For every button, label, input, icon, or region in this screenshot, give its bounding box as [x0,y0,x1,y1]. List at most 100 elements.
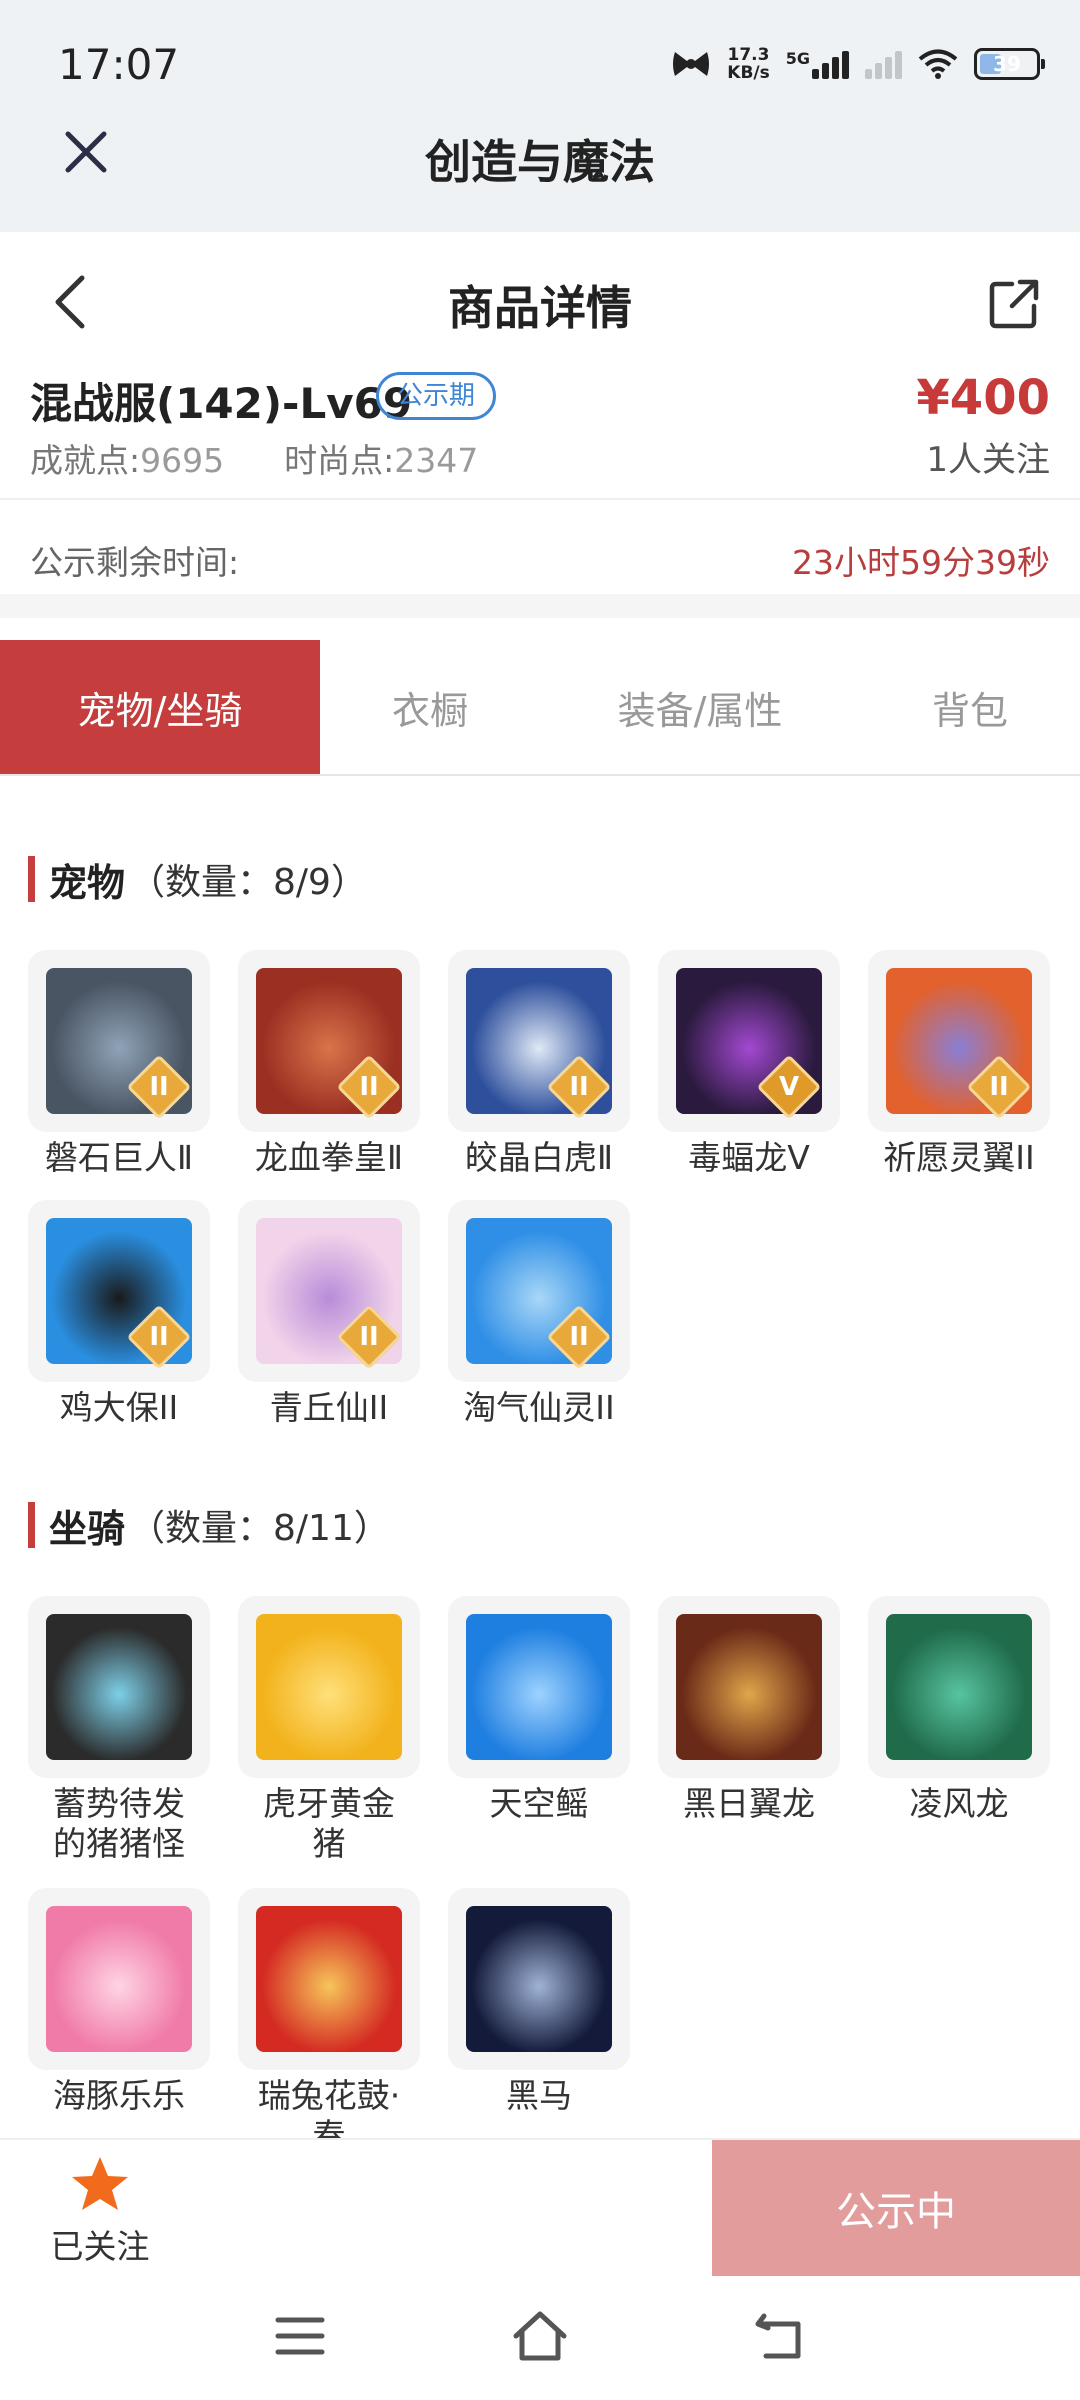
item-artwork [676,1614,822,1760]
achievement-stat: 成就点:9695 [30,434,224,482]
mounts-title: 坐骑 [49,1506,126,1551]
item-thumbnail: II [238,950,420,1132]
item-thumbnail: V [658,950,840,1132]
item-name: 青丘仙II [269,1388,389,1427]
item-name: 天空鳐 [489,1784,589,1823]
item-thumbnail: II [28,950,210,1132]
pets-count: （数量：8/9） [129,862,367,903]
product-name: 混战服(142)-Lv69 [30,379,413,428]
item-thumbnail [868,1596,1050,1778]
item-name: 黑马 [506,2076,572,2115]
item-name: 黑日翼龙 [683,1784,815,1823]
tab-equipment[interactable]: 装备/属性 [540,640,860,774]
item-name: 祈愿灵翼II [883,1138,1035,1177]
grid-item[interactable]: II 皎晶白虎Ⅱ [448,950,630,1178]
grid-item[interactable]: 天空鳐 [448,1596,630,1824]
net-speed-unit: KB/s [727,63,770,83]
grid-item[interactable]: II 鸡大保II [28,1200,210,1428]
item-thumbnail: II [448,1200,630,1382]
pets-title: 宠物 [49,860,126,905]
price: ¥400 [916,370,1050,426]
section-marker [28,1502,35,1548]
rank-badge-text: II [569,1322,589,1352]
page-header: 商品详情 [0,232,1080,356]
item-thumbnail: II [868,950,1050,1132]
rank-badge-text: II [359,1072,379,1102]
mounts-count: （数量：8/11） [129,1508,390,1549]
item-artwork [256,1906,402,2052]
top-area: 17:07 17.3 KB/s 5G 39 创造与魔法 [0,0,1080,232]
item-name: 鸡大保II [59,1388,179,1427]
status-badge: 公示期 [376,372,497,420]
fashion-stat: 时尚点:2347 [284,434,478,482]
grid-item[interactable]: 瑞兔花鼓·春 [238,1888,420,2156]
item-artwork [256,1614,402,1760]
item-name: 淘气仙灵II [463,1388,615,1427]
grid-item[interactable]: II 青丘仙II [238,1200,420,1428]
watcher-count: 1人关注 [926,440,1050,480]
item-name: 龙血拳皇Ⅱ [254,1138,404,1177]
item-artwork [46,1906,192,2052]
tab-pets-mounts[interactable]: 宠物/坐骑 [0,640,320,774]
rank-badge-text: II [359,1322,379,1352]
rank-badge-text: II [149,1072,169,1102]
grid-item[interactable]: II 磐石巨人Ⅱ [28,950,210,1178]
menu-icon[interactable] [270,2306,330,2366]
grid-item[interactable]: 虎牙黄金猪 [238,1596,420,1864]
grid-item[interactable]: 黑日翼龙 [658,1596,840,1824]
product-stats: 成就点:9695 时尚点:2347 [30,434,478,482]
item-thumbnail [238,1596,420,1778]
page-title: 商品详情 [448,281,632,335]
tab-backpack[interactable]: 背包 [860,640,1080,774]
share-icon[interactable] [986,276,1042,332]
item-thumbnail [238,1888,420,2070]
grid-item[interactable]: 黑马 [448,1888,630,2116]
web-title: 创造与魔法 [425,135,655,189]
item-thumbnail: II [238,1200,420,1382]
bow-icon [673,52,710,76]
star-icon [72,2157,128,2210]
item-name: 凌风龙 [909,1784,1009,1823]
bottom-action-bar: 已关注 公示中 [0,2138,1080,2276]
tab-wardrobe[interactable]: 衣橱 [320,640,540,774]
grid-item[interactable]: 凌风龙 [868,1596,1050,1824]
item-thumbnail [448,1596,630,1778]
product-summary: 混战服(142)-Lv69 公示期 成就点:9695 时尚点:2347 ¥400… [0,356,1080,500]
grid-item[interactable]: II 淘气仙灵II [448,1200,630,1428]
grid-item[interactable]: 蓄势待发的猪猪怪 [28,1596,210,1864]
item-thumbnail [28,1888,210,2070]
item-name: 毒蝠龙Ⅴ [688,1138,810,1177]
tab-bar: 宠物/坐骑 衣橱 装备/属性 背包 [0,640,1080,776]
follow-label: 已关注 [50,2227,150,2266]
grid-item[interactable]: II 龙血拳皇Ⅱ [238,950,420,1178]
mounts-section-title: 坐骑 （数量：8/11） [28,1500,390,1551]
achievement-label: 成就点: [30,441,141,480]
publicity-status-button[interactable]: 公示中 [712,2140,1080,2276]
item-artwork [886,1614,1032,1760]
fashion-value: 2347 [394,441,479,480]
rank-badge-text: II [149,1322,169,1352]
rank-badge-text: V [778,1072,800,1102]
battery-level: 39 [993,52,1021,76]
status-icons: 17.3 KB/s 5G 39 [671,44,1045,84]
grid-item[interactable]: 海豚乐乐 [28,1888,210,2116]
net-speed: 17.3 KB/s [727,46,769,82]
signal-primary: 5G [786,49,849,79]
item-thumbnail [658,1596,840,1778]
back-icon[interactable] [750,2306,810,2366]
item-artwork [466,1614,612,1760]
signal-bars-icon [812,49,849,79]
item-name: 蓄势待发的猪猪怪 [53,1784,185,1863]
countdown-label: 公示剩余时间: [30,543,240,582]
home-icon[interactable] [510,2306,570,2366]
item-name: 虎牙黄金猪 [263,1784,395,1863]
follow-button[interactable]: 已关注 [40,2154,160,2274]
item-thumbnail: II [448,950,630,1132]
item-artwork [466,1906,612,2052]
item-name: 磐石巨人Ⅱ [44,1138,194,1177]
item-name: 海豚乐乐 [53,2076,185,2115]
grid-item[interactable]: II 祈愿灵翼II [868,950,1050,1178]
pets-section-title: 宠物 （数量：8/9） [28,854,367,905]
grid-item[interactable]: V 毒蝠龙Ⅴ [658,950,840,1178]
status-time: 17:07 [58,40,180,89]
